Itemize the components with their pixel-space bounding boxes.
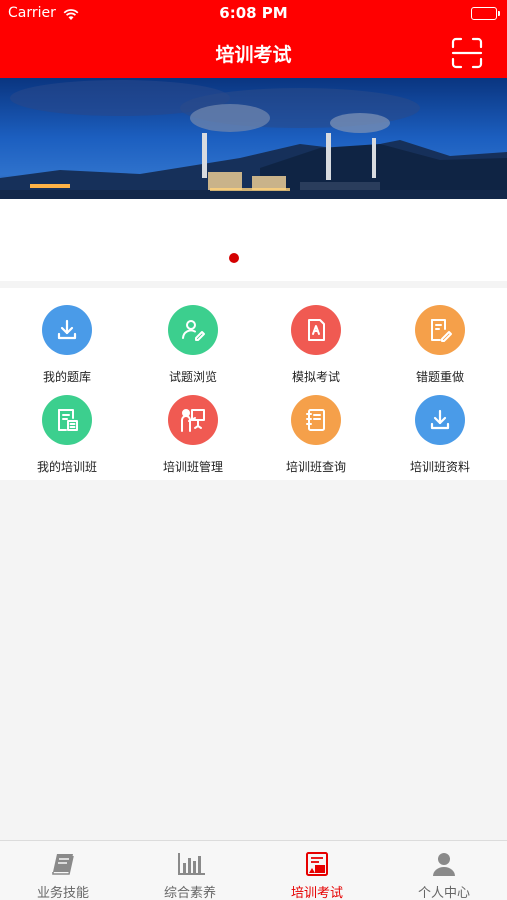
notebook-icon [291,395,341,445]
tab-label: 个人中心 [417,886,470,900]
exam-icon [304,851,330,877]
grid-item-training-class-query[interactable]: 培训班查询 [253,378,379,474]
grid-item-my-question-bank[interactable]: 我的题库 [4,288,130,384]
grid-item-question-browse[interactable]: 试题浏览 [130,288,256,384]
person-icon [431,851,457,877]
tab-business-skills[interactable]: 业务技能 [0,841,126,900]
user-edit-icon [168,305,218,355]
document-edit-icon [415,305,465,355]
download-icon [415,395,465,445]
tab-comprehensive-literacy[interactable]: 综合素养 [127,841,253,900]
grid-item-training-class-management[interactable]: 培训班管理 [130,378,256,474]
download-icon [42,305,92,355]
grid-item-training-class-materials[interactable]: 培训班资料 [377,378,503,474]
page-indicator-dot[interactable] [229,253,239,263]
function-grid: 我的题库 试题浏览 模拟考试 错题重做 我的培训班 培训班管理 培训班查询 培训… [0,288,507,480]
grid-item-wrong-redo[interactable]: 错题重做 [377,288,503,384]
document-list-icon [42,395,92,445]
tab-bar: 业务技能 综合素养 培训考试 个人中心 [0,840,507,900]
status-time: 6:08 PM [219,4,288,22]
grid-item-my-training-class[interactable]: 我的培训班 [4,378,130,474]
tab-label: 综合素养 [163,886,216,900]
book-icon [50,851,76,877]
banner-image[interactable] [0,78,507,199]
grid-item-label: 培训班查询 [285,460,346,474]
grid-item-mock-exam[interactable]: 模拟考试 [253,288,379,384]
page-title: 培训考试 [215,44,292,66]
scan-icon[interactable] [451,37,483,69]
grid-item-label: 我的培训班 [36,460,97,474]
banner-pagination [0,199,507,281]
nav-bar: 培训考试 [0,28,507,78]
presenter-icon [168,395,218,445]
bar-chart-icon [177,851,205,877]
exam-paper-icon [291,305,341,355]
status-bar: Carrier 6:08 PM [0,0,507,28]
tab-training-exam[interactable]: 培训考试 [254,841,380,900]
tab-label: 业务技能 [36,886,89,900]
grid-item-label: 培训班管理 [162,460,223,474]
battery-icon [471,7,500,20]
tab-label: 培训考试 [290,886,343,900]
tab-personal-center[interactable]: 个人中心 [381,841,507,900]
grid-item-label: 培训班资料 [409,460,470,474]
